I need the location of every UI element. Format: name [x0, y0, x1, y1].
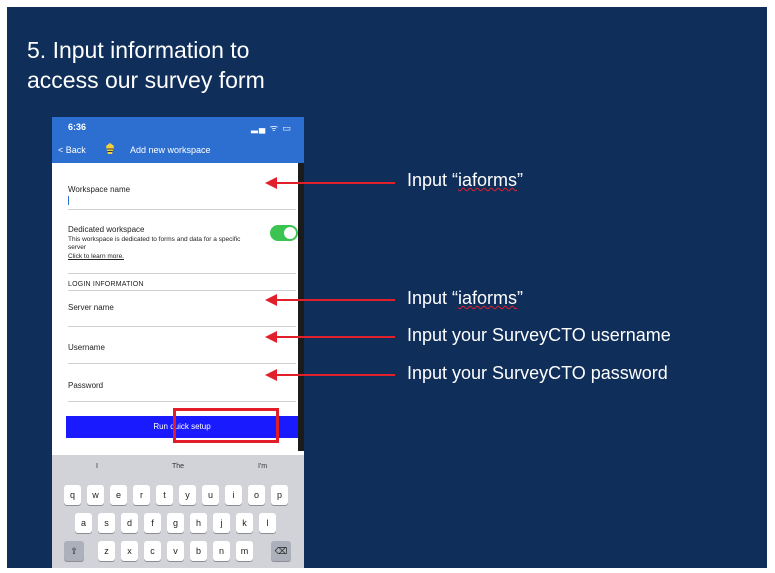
back-button[interactable]: < Back	[58, 145, 86, 155]
note-username: Input your SurveyCTO username	[407, 325, 671, 345]
slide: 5. Input information to access our surve…	[7, 7, 767, 568]
key-j[interactable]: j	[213, 513, 230, 533]
key-h[interactable]: h	[190, 513, 207, 533]
toggle-knob	[284, 227, 296, 239]
key-w[interactable]: w	[87, 485, 104, 505]
note-workspace-name: Input “iaforms”	[407, 170, 523, 191]
dedicated-toggle[interactable]	[270, 225, 298, 241]
suggestion-1[interactable]: I	[96, 463, 98, 470]
username-label: Username	[68, 343, 105, 352]
key-x[interactable]: x	[121, 541, 138, 561]
dedicated-label: Dedicated workspace	[68, 225, 145, 234]
nav-bar: < Back Add new workspace	[52, 137, 304, 163]
note-server-name: Input “iaforms”	[407, 288, 523, 309]
key-u[interactable]: u	[202, 485, 219, 505]
workspace-name-input[interactable]	[68, 209, 296, 210]
key-y[interactable]: y	[179, 485, 196, 505]
server-name-input[interactable]	[68, 326, 296, 327]
key-t[interactable]: t	[156, 485, 173, 505]
key-s[interactable]: s	[98, 513, 115, 533]
key-r[interactable]: r	[133, 485, 150, 505]
divider	[68, 273, 296, 274]
key-v[interactable]: v	[167, 541, 184, 561]
key-n[interactable]: n	[213, 541, 230, 561]
key-l[interactable]: l	[259, 513, 276, 533]
status-time: 6:36	[68, 122, 87, 132]
divider	[68, 290, 296, 291]
key-o[interactable]: o	[248, 485, 265, 505]
learn-more-link[interactable]: Click to learn more.	[68, 253, 258, 261]
key-e[interactable]: e	[110, 485, 127, 505]
backspace-icon: ⌫	[274, 546, 288, 556]
note-suffix: ”	[517, 170, 524, 190]
note-prefix: Input “	[407, 288, 459, 308]
status-icons: ▂▄ ᯤ ▭	[250, 123, 292, 133]
app-logo-icon	[106, 143, 114, 154]
password-input[interactable]	[68, 401, 296, 402]
key-m[interactable]: m	[236, 541, 253, 561]
highlight-box	[173, 408, 279, 443]
arrow-shaft	[275, 182, 395, 184]
key-z[interactable]: z	[98, 541, 115, 561]
note-iaforms: iaforms	[458, 288, 518, 308]
note-password: Input your SurveyCTO password	[407, 363, 668, 383]
key-p[interactable]: p	[271, 485, 288, 505]
shift-icon: ⇧	[70, 546, 78, 556]
key-k[interactable]: k	[236, 513, 253, 533]
login-section-heading: LOGIN INFORMATION	[68, 281, 144, 288]
nav-title: Add new workspace	[130, 145, 211, 155]
key-g[interactable]: g	[167, 513, 184, 533]
suggestion-2[interactable]: The	[172, 463, 184, 470]
arrow-shaft	[275, 299, 395, 301]
suggestion-bar: I The I'm	[52, 455, 304, 479]
username-input[interactable]	[68, 363, 296, 364]
text-cursor	[68, 196, 69, 205]
key-d[interactable]: d	[121, 513, 138, 533]
scrollbar[interactable]	[298, 163, 304, 451]
note-iaforms: iaforms	[458, 170, 518, 190]
password-label: Password	[68, 381, 104, 390]
title-line-2: access our survey form	[27, 67, 265, 93]
slide-title: 5. Input information to access our surve…	[27, 35, 265, 95]
onscreen-keyboard: I The I'm q w e r t y u i o p a s d f g …	[52, 455, 304, 568]
arrow-shaft	[275, 336, 395, 338]
key-i[interactable]: i	[225, 485, 242, 505]
key-q[interactable]: q	[64, 485, 81, 505]
server-name-label: Server name	[68, 303, 114, 312]
backspace-key[interactable]: ⌫	[271, 541, 291, 561]
arrow-shaft	[275, 374, 395, 376]
key-c[interactable]: c	[144, 541, 161, 561]
note-prefix: Input “	[407, 170, 459, 190]
dedicated-description: This workspace is dedicated to forms and…	[68, 236, 241, 251]
key-f[interactable]: f	[144, 513, 161, 533]
workspace-name-label: Workspace name	[68, 185, 131, 194]
title-line-1: 5. Input information to	[27, 37, 250, 63]
note-suffix: ”	[517, 288, 524, 308]
key-a[interactable]: a	[75, 513, 92, 533]
suggestion-3[interactable]: I'm	[258, 463, 267, 470]
shift-key[interactable]: ⇧	[64, 541, 84, 561]
key-b[interactable]: b	[190, 541, 207, 561]
status-bar: 6:36 ▂▄ ᯤ ▭	[52, 117, 304, 137]
